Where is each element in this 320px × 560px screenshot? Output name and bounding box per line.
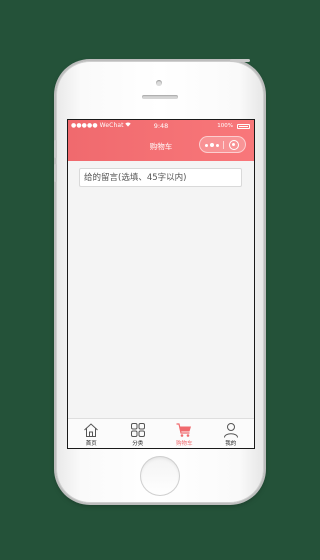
battery-percent: 100% (217, 122, 233, 129)
message-input[interactable] (79, 168, 242, 187)
volume-button-up (54, 140, 57, 158)
tab-mine[interactable]: 我的 (208, 419, 255, 448)
battery-icon (237, 124, 250, 129)
more-icon[interactable] (205, 142, 220, 148)
status-bar: ●●●●● WeChat 9:48 100% (68, 120, 254, 133)
tab-cart[interactable]: 购物车 (161, 419, 208, 448)
mini-program-capsule (199, 136, 246, 153)
tab-home-label: 首页 (85, 441, 97, 447)
capsule-divider (223, 141, 224, 149)
earpiece-speaker (142, 95, 178, 99)
front-camera (156, 80, 162, 86)
home-button[interactable] (140, 456, 180, 496)
tab-mine-label: 我的 (225, 441, 237, 447)
cart-icon (176, 423, 191, 437)
tab-category-label: 分类 (132, 441, 144, 447)
grid-icon (130, 423, 145, 437)
cart-content (68, 161, 254, 418)
volume-button-down (54, 164, 57, 182)
tab-category[interactable]: 分类 (115, 419, 162, 448)
tab-bar: 首页 分类 购物车 我的 (68, 418, 254, 448)
navigation-bar: ●●●●● WeChat 9:48 100% 购物车 (68, 120, 254, 161)
phone-screen: ●●●●● WeChat 9:48 100% 购物车 首页 (67, 119, 255, 449)
close-mini-program-icon[interactable] (229, 140, 239, 150)
tab-cart-label: 购物车 (175, 441, 193, 447)
power-button (230, 59, 250, 62)
home-icon (84, 423, 98, 437)
tab-home[interactable]: 首页 (68, 419, 115, 448)
user-icon (223, 423, 238, 438)
